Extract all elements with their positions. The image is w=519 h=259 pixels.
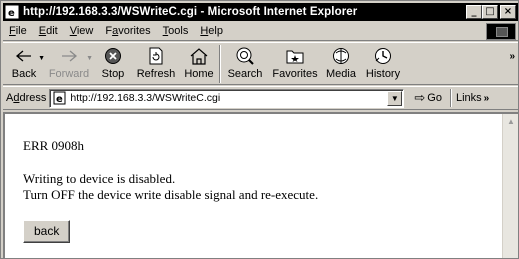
favorites-folder-icon [284, 45, 306, 67]
menu-bar: File Edit View Favorites Tools Help [3, 22, 518, 41]
windows-logo-throbber [486, 23, 516, 40]
home-icon [188, 45, 210, 67]
refresh-button[interactable]: Refresh [133, 43, 179, 85]
stop-label: Stop [101, 68, 125, 80]
forward-label: Forward [48, 68, 90, 80]
menu-file[interactable]: File [3, 25, 33, 37]
address-bar: Address e http://192.168.3.3/WSWriteC.cg… [3, 86, 518, 110]
search-icon [234, 45, 256, 67]
error-code: ERR 0908h [23, 138, 85, 153]
links-button[interactable]: Links [456, 92, 482, 104]
menu-edit[interactable]: Edit [33, 25, 64, 37]
links-chevron-icon[interactable]: » [484, 93, 490, 104]
close-button[interactable]: × [500, 5, 516, 19]
forward-dropdown-icon[interactable]: ▼ [86, 55, 93, 62]
stop-icon [102, 45, 124, 67]
standard-toolbar: Back ▼ Forward ▼ Stop Refresh Home Searc… [3, 42, 518, 85]
address-input[interactable]: e http://192.168.3.3/WSWriteC.cgi ▼ [49, 88, 405, 108]
vertical-scrollbar[interactable]: ▲ [502, 114, 518, 258]
close-icon: × [503, 6, 513, 17]
back-page-button[interactable]: back [23, 220, 71, 243]
maximize-button[interactable]: □ [482, 5, 498, 19]
menu-help[interactable]: Help [194, 25, 229, 37]
forward-button[interactable]: Forward ▼ [45, 43, 93, 85]
maximize-icon: □ [485, 6, 495, 17]
search-button[interactable]: Search [221, 43, 269, 85]
history-button[interactable]: History [361, 43, 405, 85]
forward-arrow-icon [58, 45, 80, 67]
page-body: ERR 0908h Writing to device is disabled.… [5, 114, 502, 258]
media-button[interactable]: Media [321, 43, 361, 85]
refresh-label: Refresh [136, 68, 176, 80]
media-label: Media [326, 68, 356, 80]
address-url: http://192.168.3.3/WSWriteC.cgi [70, 92, 221, 104]
toolbar-overflow-chevron-icon[interactable]: » [509, 51, 515, 62]
home-label: Home [184, 68, 214, 80]
home-button[interactable]: Home [179, 43, 219, 85]
error-message-line-2: Turn OFF the device write disable signal… [23, 187, 319, 202]
minimize-button[interactable]: _ [466, 5, 482, 19]
error-message: Writing to device is disabled. Turn OFF … [23, 171, 502, 203]
ie-page-icon: e [5, 5, 19, 19]
address-label: Address [6, 92, 47, 104]
menu-view[interactable]: View [64, 25, 100, 37]
refresh-icon [145, 45, 167, 67]
windows-logo-icon [496, 27, 508, 37]
scroll-up-icon[interactable]: ▲ [503, 114, 518, 130]
media-icon [330, 45, 352, 67]
history-clock-icon [372, 45, 394, 67]
back-button[interactable]: Back ▼ [3, 43, 45, 85]
go-arrow-icon: ⇨ [414, 90, 426, 105]
minimize-icon: _ [471, 6, 477, 17]
favorites-button[interactable]: Favorites [269, 43, 321, 85]
svg-text:e: e [8, 8, 15, 19]
window-title: http://192.168.3.3/WSWriteC.cgi - Micros… [23, 6, 358, 18]
menu-favorites[interactable]: Favorites [99, 25, 156, 37]
go-label: Go [427, 92, 442, 104]
links-separator [449, 89, 452, 107]
address-dropdown-icon[interactable]: ▼ [387, 90, 403, 106]
error-message-line-1: Writing to device is disabled. [23, 171, 176, 186]
menu-tools[interactable]: Tools [157, 25, 195, 37]
window-controls: _ □ × [466, 5, 516, 19]
ie-page-icon: e [53, 91, 67, 105]
back-dropdown-icon[interactable]: ▼ [38, 55, 45, 62]
back-label: Back [11, 68, 37, 80]
stop-button[interactable]: Stop [93, 43, 133, 85]
search-label: Search [227, 68, 263, 80]
back-arrow-icon [13, 45, 35, 67]
title-bar: e http://192.168.3.3/WSWriteC.cgi - Micr… [3, 3, 518, 21]
svg-text:e: e [56, 94, 63, 105]
favorites-label: Favorites [272, 68, 318, 80]
history-label: History [365, 68, 401, 80]
browser-window: e http://192.168.3.3/WSWriteC.cgi - Micr… [0, 0, 519, 259]
page-viewport: ERR 0908h Writing to device is disabled.… [3, 112, 518, 258]
go-button[interactable]: ⇨ Go [410, 89, 446, 108]
